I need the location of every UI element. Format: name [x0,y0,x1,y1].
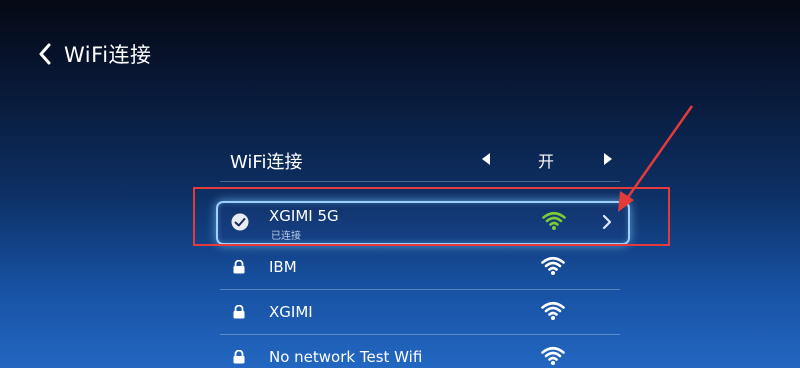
network-name: No network Test Wifi [269,348,423,366]
lock-icon [233,305,245,319]
wifi-signal-icon [541,256,565,275]
back-chevron-icon[interactable] [38,40,62,68]
divider [220,334,620,335]
network-name: IBM [269,258,297,276]
divider [220,289,620,290]
divider [220,181,620,182]
page-title: WiFi连接 [64,43,152,67]
header: WiFi连接 [38,40,152,68]
wifi-toggle-value: 开 [538,152,555,171]
wifi-signal-icon [541,346,565,365]
wifi-toggle-row[interactable]: WiFi连接 开 [220,142,620,176]
toggle-left-arrow-icon[interactable] [482,153,490,165]
wifi-toggle-label: WiFi连接 [230,152,303,173]
annotation-highlight-box [193,187,670,246]
lock-icon [233,350,245,364]
wifi-signal-icon [541,301,565,320]
annotation-arrow-icon [618,105,694,212]
network-name: XGIMI [269,303,313,321]
lock-icon [233,260,245,274]
